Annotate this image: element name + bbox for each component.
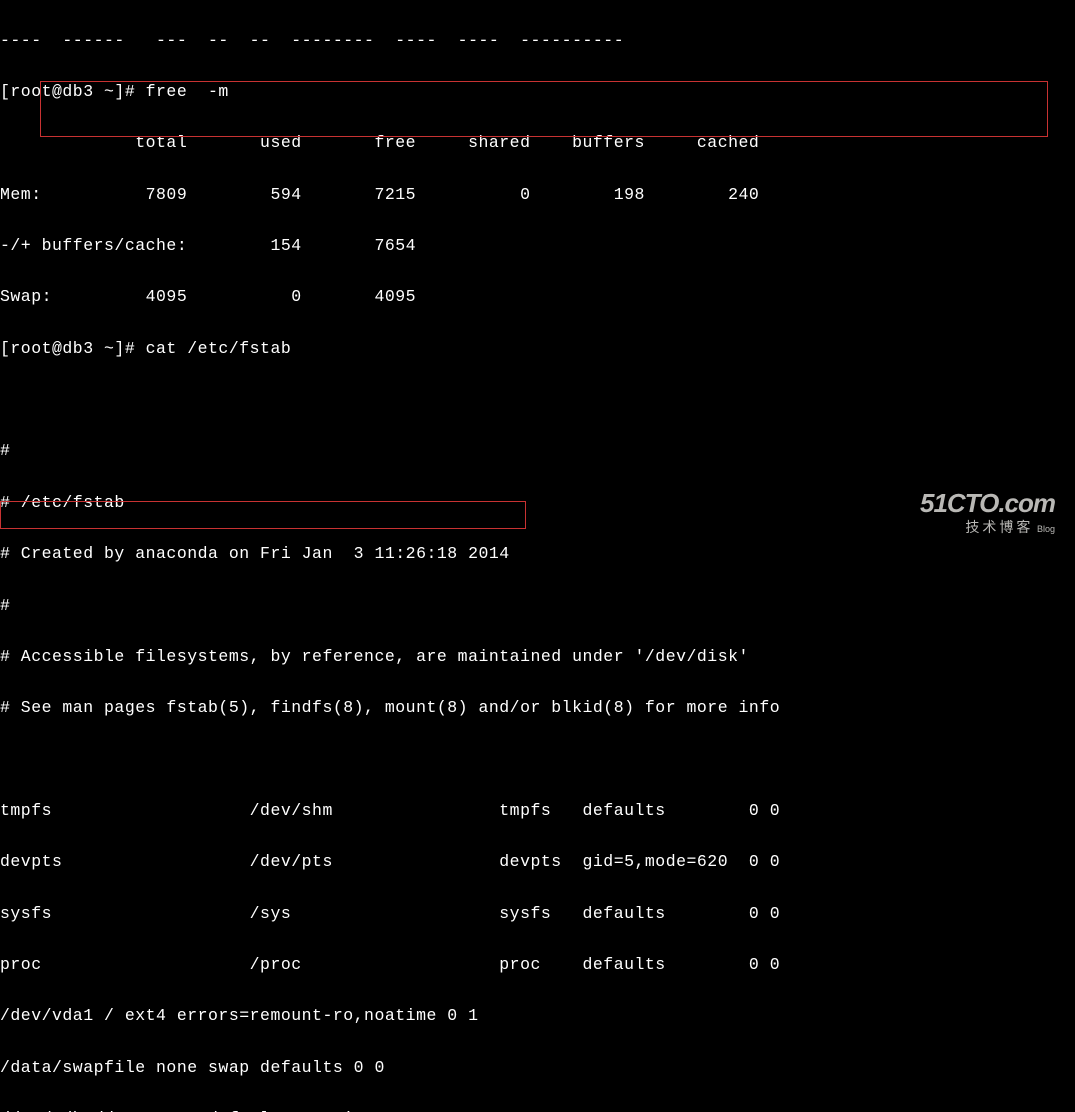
fstab-entry-proc: proc /proc proc defaults 0 0 — [0, 952, 1075, 978]
fstab-entry-vdb: /dev/vdb /data ext4 defaults,noatime 0 0 — [0, 1106, 1075, 1112]
fstab-created-comment: # Created by anaconda on Fri Jan 3 11:26… — [0, 541, 1075, 567]
top-garbage-line: ---- ------ --- -- -- -------- ---- ----… — [0, 28, 1075, 54]
watermark-domain: 51CTO.com — [920, 489, 1055, 518]
watermark-subtitle: 技术博客 — [965, 519, 1033, 535]
fstab-manpages-comment: # See man pages fstab(5), findfs(8), mou… — [0, 695, 1075, 721]
blank-line-2 — [0, 747, 1075, 773]
swap-row: Swap: 4095 0 4095 — [0, 284, 1075, 310]
fstab-entry-tmpfs: tmpfs /dev/shm tmpfs defaults 0 0 — [0, 798, 1075, 824]
fstab-path-comment: # /etc/fstab — [0, 490, 1075, 516]
fstab-accessible-comment: # Accessible filesystems, by reference, … — [0, 644, 1075, 670]
fstab-entry-devpts: devpts /dev/pts devpts gid=5,mode=620 0 … — [0, 849, 1075, 875]
terminal-output: ---- ------ --- -- -- -------- ---- ----… — [0, 2, 1075, 1112]
fstab-entry-swapfile: /data/swapfile none swap defaults 0 0 — [0, 1055, 1075, 1081]
prompt-free-command: [root@db3 ~]# free -m — [0, 79, 1075, 105]
watermark: 51CTO.com 技术博客 Blog — [920, 489, 1055, 536]
blank-line — [0, 387, 1075, 413]
fstab-hash-1: # — [0, 438, 1075, 464]
free-header-row: total used free shared buffers cached — [0, 130, 1075, 156]
buffers-cache-row: -/+ buffers/cache: 154 7654 — [0, 233, 1075, 259]
prompt-cat-fstab: [root@db3 ~]# cat /etc/fstab — [0, 336, 1075, 362]
watermark-blog-label: Blog — [1037, 524, 1055, 534]
mem-row: Mem: 7809 594 7215 0 198 240 — [0, 182, 1075, 208]
fstab-hash-2: # — [0, 593, 1075, 619]
fstab-entry-sysfs: sysfs /sys sysfs defaults 0 0 — [0, 901, 1075, 927]
fstab-entry-vda1: /dev/vda1 / ext4 errors=remount-ro,noati… — [0, 1003, 1075, 1029]
